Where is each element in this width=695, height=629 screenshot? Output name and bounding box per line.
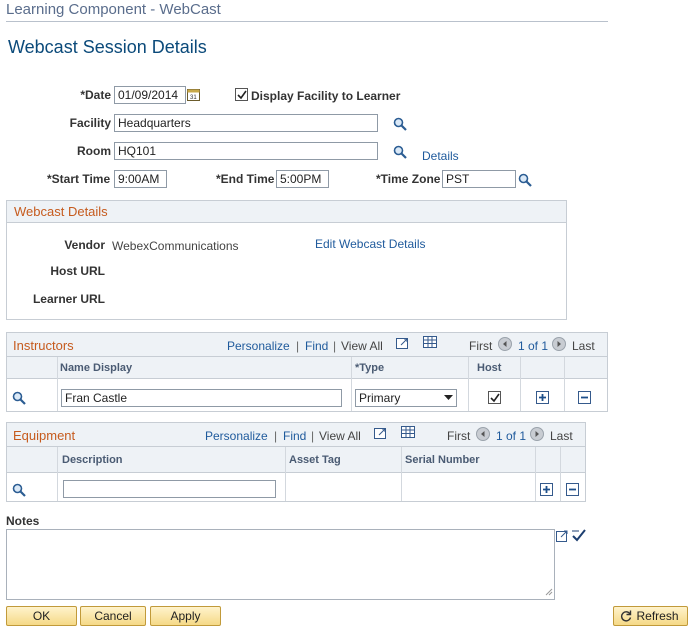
grid-view-icon[interactable] bbox=[401, 426, 415, 439]
room-details-link[interactable]: Details bbox=[422, 149, 459, 163]
instructors-title: Instructors bbox=[13, 338, 74, 353]
start-time-field[interactable]: 9:00AM bbox=[114, 170, 167, 188]
display-facility-label: Display Facility to Learner bbox=[251, 89, 401, 103]
equipment-title: Equipment bbox=[13, 428, 76, 443]
host-checkbox[interactable] bbox=[488, 391, 501, 404]
end-time-label: *End Time bbox=[216, 172, 275, 186]
instructors-first[interactable]: First bbox=[469, 339, 492, 353]
equipment-navbar: Equipment Personalize | Find | View All … bbox=[7, 423, 585, 447]
instructors-column-header: Name Display *Type Host bbox=[7, 357, 607, 379]
name-display-header[interactable]: Name Display bbox=[60, 362, 132, 374]
webcast-details-group: Webcast Details Vendor WebexCommunicatio… bbox=[6, 200, 567, 320]
minus-icon bbox=[581, 396, 588, 399]
description-header[interactable]: Description bbox=[62, 454, 123, 466]
instructors-row-count: 1 of 1 bbox=[518, 339, 549, 353]
svg-text:31: 31 bbox=[190, 95, 197, 101]
end-time-field[interactable]: 5:00PM bbox=[276, 170, 329, 188]
component-title: Learning Component - WebCast bbox=[6, 1, 221, 18]
room-field[interactable]: HQ101 bbox=[114, 142, 378, 160]
prev-row-icon[interactable] bbox=[498, 337, 512, 351]
host-url-label: Host URL bbox=[50, 264, 105, 278]
prev-row-icon[interactable] bbox=[476, 427, 490, 441]
equipment-personalize-link[interactable]: Personalize bbox=[205, 429, 268, 443]
download-icon[interactable] bbox=[396, 336, 410, 349]
date-field[interactable]: 01/09/2014 bbox=[114, 86, 186, 104]
separator: | bbox=[274, 429, 278, 443]
room-lookup-icon[interactable] bbox=[393, 145, 407, 159]
equipment-view-all[interactable]: View All bbox=[319, 429, 361, 443]
header-divider bbox=[6, 21, 608, 22]
minus-icon bbox=[569, 488, 576, 491]
instructor-lookup-icon[interactable] bbox=[12, 391, 26, 405]
vendor-value: WebexCommunications bbox=[112, 239, 239, 253]
plus-icon bbox=[543, 486, 550, 493]
equipment-grid: Equipment Personalize | Find | View All … bbox=[6, 422, 586, 502]
grid-view-icon[interactable] bbox=[423, 336, 437, 349]
equipment-find-link[interactable]: Find bbox=[283, 429, 306, 443]
separator: | bbox=[311, 429, 315, 443]
add-row-button[interactable] bbox=[540, 483, 553, 496]
host-header[interactable]: Host bbox=[477, 362, 501, 374]
download-icon[interactable] bbox=[374, 426, 388, 439]
plus-icon bbox=[539, 394, 546, 401]
facility-label: Facility bbox=[69, 116, 111, 130]
next-row-icon[interactable] bbox=[530, 427, 544, 441]
chevron-down-icon bbox=[444, 395, 453, 400]
cancel-button[interactable]: Cancel bbox=[80, 606, 146, 626]
date-label: *Date bbox=[80, 88, 111, 102]
instructor-type-value: Primary bbox=[359, 391, 401, 405]
calendar-icon[interactable]: 31 bbox=[187, 88, 200, 101]
display-facility-checkbox[interactable] bbox=[235, 88, 248, 101]
checkmark-icon bbox=[490, 393, 500, 403]
learner-url-label: Learner URL bbox=[32, 292, 105, 306]
add-row-button[interactable] bbox=[536, 391, 549, 404]
instructors-view-all[interactable]: View All bbox=[341, 339, 383, 353]
equipment-description-field[interactable] bbox=[63, 480, 276, 498]
serial-number-header[interactable]: Serial Number bbox=[405, 454, 480, 466]
instructors-personalize-link[interactable]: Personalize bbox=[227, 339, 290, 353]
separator: | bbox=[296, 339, 300, 353]
equipment-first[interactable]: First bbox=[447, 429, 470, 443]
refresh-label: Refresh bbox=[636, 609, 679, 623]
edit-webcast-details-link[interactable]: Edit Webcast Details bbox=[315, 237, 426, 251]
asset-tag-header[interactable]: Asset Tag bbox=[289, 454, 341, 466]
separator: | bbox=[333, 339, 337, 353]
delete-row-button[interactable] bbox=[578, 391, 591, 404]
page-title: Webcast Session Details bbox=[8, 37, 207, 57]
equipment-row-count: 1 of 1 bbox=[496, 429, 527, 443]
expand-notes-icon[interactable] bbox=[556, 529, 569, 542]
facility-field[interactable]: Headquarters bbox=[114, 114, 378, 132]
time-zone-label: *Time Zone bbox=[376, 172, 441, 186]
webcast-details-title: Webcast Details bbox=[14, 204, 108, 219]
equipment-lookup-icon[interactable] bbox=[12, 483, 26, 497]
spellcheck-icon[interactable] bbox=[571, 528, 587, 543]
checkmark-icon bbox=[237, 90, 247, 100]
refresh-button[interactable]: Refresh bbox=[613, 606, 688, 626]
instructor-type-select[interactable]: Primary bbox=[355, 389, 457, 407]
instructors-find-link[interactable]: Find bbox=[305, 339, 328, 353]
equipment-column-header: Description Asset Tag Serial Number bbox=[7, 447, 585, 473]
webcast-details-header: Webcast Details bbox=[7, 201, 566, 223]
delete-row-button[interactable] bbox=[566, 483, 579, 496]
type-header[interactable]: *Type bbox=[355, 362, 384, 374]
instructors-grid: Instructors Personalize | Find | View Al… bbox=[6, 332, 608, 412]
next-row-icon[interactable] bbox=[552, 337, 566, 351]
equipment-last[interactable]: Last bbox=[550, 429, 573, 443]
instructors-navbar: Instructors Personalize | Find | View Al… bbox=[7, 333, 607, 357]
resize-handle-icon[interactable] bbox=[545, 588, 553, 596]
ok-button[interactable]: OK bbox=[6, 606, 77, 626]
start-time-label: *Start Time bbox=[47, 172, 111, 186]
apply-button[interactable]: Apply bbox=[150, 606, 221, 626]
time-zone-field[interactable]: PST bbox=[442, 170, 516, 188]
refresh-icon bbox=[620, 610, 632, 622]
notes-label: Notes bbox=[6, 514, 40, 528]
instructor-name-field[interactable]: Fran Castle bbox=[61, 389, 342, 407]
notes-textarea[interactable] bbox=[6, 529, 555, 600]
room-label: Room bbox=[77, 144, 111, 158]
time-zone-lookup-icon[interactable] bbox=[518, 173, 532, 187]
vendor-label: Vendor bbox=[64, 238, 105, 252]
facility-lookup-icon[interactable] bbox=[393, 117, 407, 131]
instructors-last[interactable]: Last bbox=[572, 339, 595, 353]
